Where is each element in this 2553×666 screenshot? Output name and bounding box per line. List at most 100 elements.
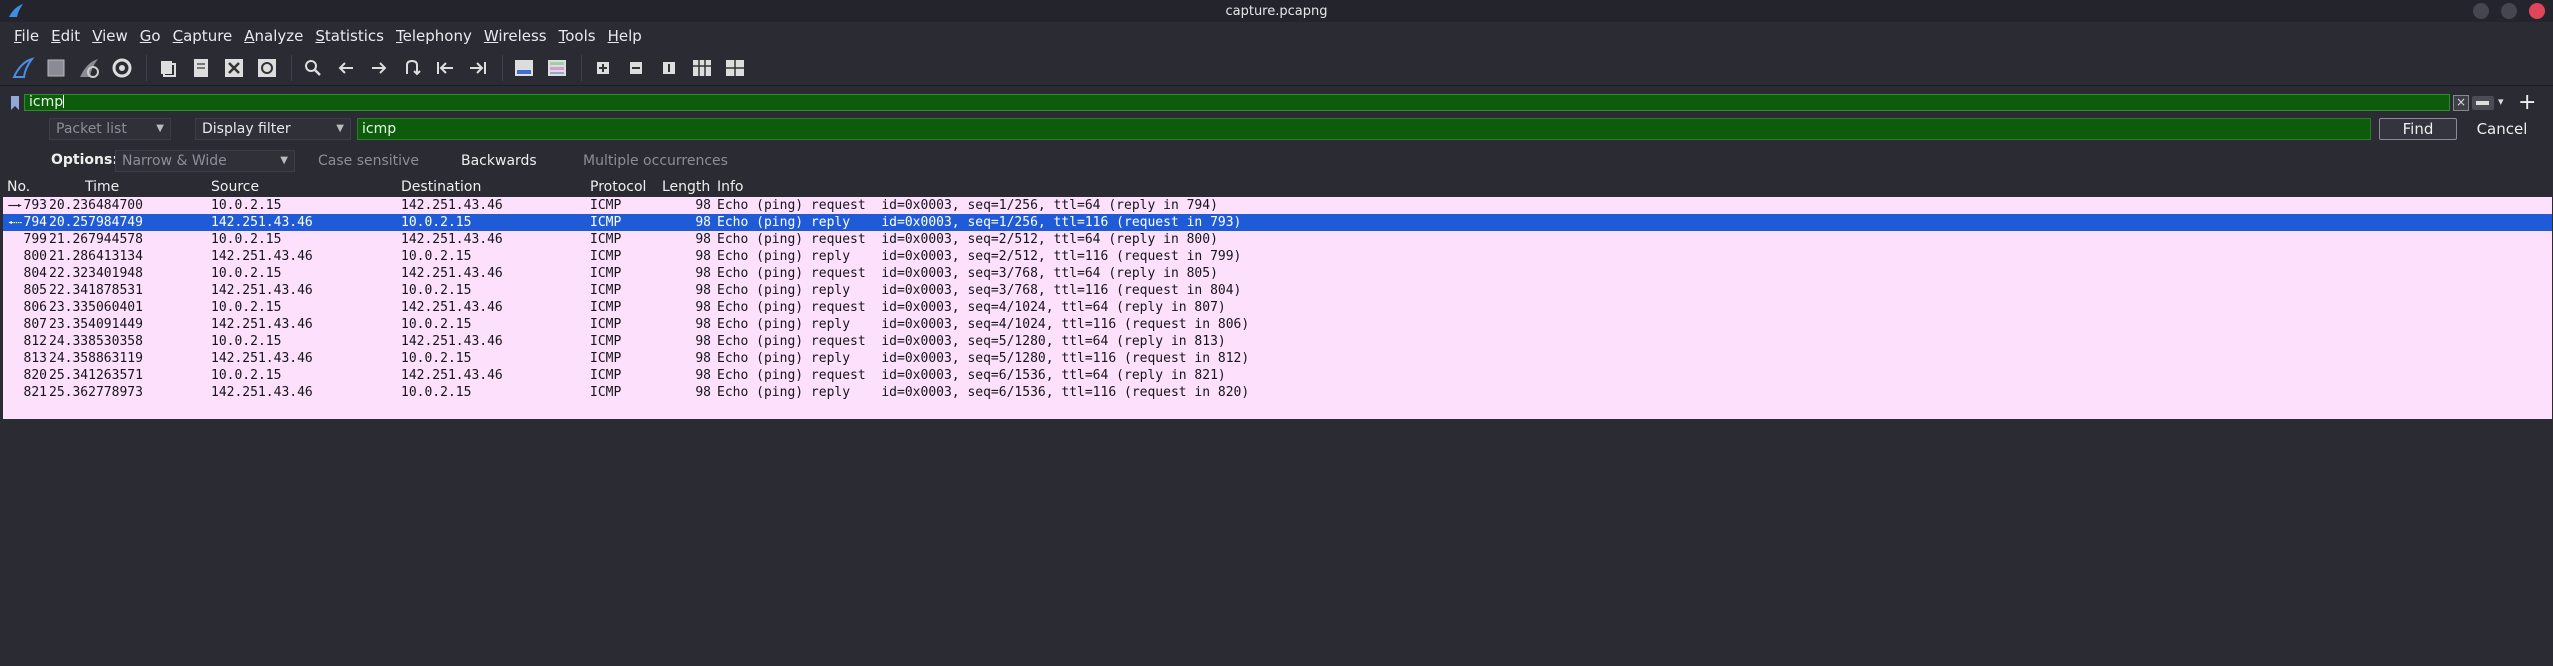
backwards-checkbox[interactable]: Backwards <box>461 153 537 169</box>
cell-destination: 10.0.2.15 <box>401 215 472 230</box>
display-filter-input[interactable]: icmp <box>24 94 2450 111</box>
menu-help[interactable]: Help <box>602 27 648 45</box>
menu-view[interactable]: View <box>86 27 134 45</box>
column-header-time[interactable]: Time <box>85 179 119 195</box>
cell-source: 10.0.2.15 <box>211 266 282 281</box>
minimize-button[interactable] <box>2473 3 2489 19</box>
search-in-value: Packet list <box>56 121 127 137</box>
cell-info: Echo (ping) request id=0x0003, seq=6/153… <box>717 368 1226 383</box>
packet-row[interactable]: 821 25.362778973 142.251.43.46 10.0.2.15 ICM… <box>3 384 2552 401</box>
cell-length: 98 <box>695 249 711 264</box>
toolbar-separator <box>291 54 292 81</box>
cell-protocol: ICMP <box>590 266 622 281</box>
last-packet-icon[interactable] <box>463 53 493 83</box>
column-header-destination[interactable]: Destination <box>401 179 481 195</box>
packet-row[interactable]: 806 23.335060401 10.0.2.15 142.251.43.46 ICM… <box>3 299 2552 316</box>
menu-tools[interactable]: Tools <box>553 27 602 45</box>
column-header-protocol[interactable]: Protocol <box>590 179 646 195</box>
go-forward-icon[interactable] <box>364 53 394 83</box>
auto-scroll-icon[interactable] <box>509 53 539 83</box>
colorize-icon[interactable] <box>542 53 572 83</box>
case-sensitive-checkbox[interactable]: Case sensitive <box>318 153 419 169</box>
search-input[interactable]: icmp <box>357 118 2371 140</box>
zoom-out-icon[interactable] <box>621 53 651 83</box>
cell-info: Echo (ping) request id=0x0003, seq=4/102… <box>717 300 1226 315</box>
cell-protocol: ICMP <box>590 198 622 213</box>
packet-row[interactable]: 805 22.341878531 142.251.43.46 10.0.2.15 ICM… <box>3 282 2552 299</box>
restart-capture-icon[interactable] <box>74 53 104 83</box>
cell-info: Echo (ping) reply id=0x0003, seq=2/512, … <box>717 249 1242 264</box>
find-options-row: Options: Narrow & Wide ▼ Case sensitive … <box>0 150 2553 172</box>
open-file-icon[interactable] <box>153 53 183 83</box>
cell-info: Echo (ping) reply id=0x0003, seq=5/1280,… <box>717 351 1250 366</box>
packet-row[interactable]: 793 20.236484700 10.0.2.15 142.251.43.46 ICM… <box>3 197 2552 214</box>
packet-row[interactable]: 813 24.358863119 142.251.43.46 10.0.2.15 ICM… <box>3 350 2552 367</box>
display-filter-value: icmp <box>29 94 64 110</box>
cell-no: 799 <box>23 232 47 247</box>
menu-analyze[interactable]: Analyze <box>238 27 309 45</box>
normal-size-icon[interactable] <box>654 53 684 83</box>
cell-info: Echo (ping) request id=0x0003, seq=2/512… <box>717 232 1218 247</box>
go-back-icon[interactable] <box>331 53 361 83</box>
cell-destination: 10.0.2.15 <box>401 249 472 264</box>
stop-capture-icon[interactable] <box>41 53 71 83</box>
zoom-in-icon[interactable] <box>588 53 618 83</box>
multiple-occurrences-checkbox[interactable]: Multiple occurrences <box>583 153 728 169</box>
start-capture-icon[interactable] <box>8 53 38 83</box>
search-type-value: Display filter <box>202 121 291 137</box>
close-window-button[interactable] <box>2529 3 2545 19</box>
cell-destination: 142.251.43.46 <box>401 334 503 349</box>
packet-row[interactable]: 812 24.338530358 10.0.2.15 142.251.43.46 ICM… <box>3 333 2552 350</box>
cell-destination: 10.0.2.15 <box>401 385 472 400</box>
add-filter-button-icon[interactable]: + <box>2518 90 2536 115</box>
apply-filter-icon[interactable] <box>2472 96 2494 110</box>
column-header-no[interactable]: No. <box>7 179 30 195</box>
reload-file-icon[interactable] <box>252 53 282 83</box>
menu-capture[interactable]: Capture <box>167 27 239 45</box>
packet-row[interactable]: 800 21.286413134 142.251.43.46 10.0.2.15 ICM… <box>3 248 2552 265</box>
window-title: capture.pcapng <box>1225 3 1328 19</box>
cell-no: 794 <box>23 215 47 230</box>
menu-telephony[interactable]: Telephony <box>390 27 478 45</box>
first-packet-icon[interactable] <box>430 53 460 83</box>
cancel-button[interactable]: Cancel <box>2462 118 2542 140</box>
menu-edit[interactable]: Edit <box>45 27 86 45</box>
cell-length: 98 <box>695 368 711 383</box>
menu-statistics[interactable]: Statistics <box>309 27 390 45</box>
resize-layout-icon[interactable] <box>720 53 750 83</box>
menu-bar: File Edit View Go Capture Analyze Statis… <box>0 22 2553 49</box>
search-type-select[interactable]: Display filter ▼ <box>195 118 351 140</box>
packet-row[interactable]: 807 23.354091449 142.251.43.46 10.0.2.15 ICM… <box>3 316 2552 333</box>
menu-go[interactable]: Go <box>134 27 167 45</box>
packet-row[interactable]: 804 22.323401948 10.0.2.15 142.251.43.46 ICM… <box>3 265 2552 282</box>
go-to-packet-icon[interactable] <box>397 53 427 83</box>
character-width-select[interactable]: Narrow & Wide ▼ <box>115 150 295 172</box>
cell-no: 807 <box>23 317 47 332</box>
cell-source: 10.0.2.15 <box>211 334 282 349</box>
packet-row[interactable]: 799 21.267944578 10.0.2.15 142.251.43.46 ICM… <box>3 231 2552 248</box>
clear-filter-icon[interactable]: × <box>2453 95 2469 111</box>
filter-history-dropdown-icon[interactable]: ▾ <box>2498 95 2504 108</box>
maximize-button[interactable] <box>2501 3 2517 19</box>
column-header-source[interactable]: Source <box>211 179 259 195</box>
packet-row[interactable]: 794 20.257984749 142.251.43.46 10.0.2.15 ICM… <box>3 214 2552 231</box>
save-file-icon[interactable] <box>186 53 216 83</box>
column-header-info[interactable]: Info <box>717 179 744 195</box>
bookmark-icon[interactable] <box>8 95 22 111</box>
cell-info: Echo (ping) request id=0x0003, seq=3/768… <box>717 266 1218 281</box>
wireshark-logo-icon <box>9 4 23 17</box>
menu-wireless[interactable]: Wireless <box>478 27 553 45</box>
cell-source: 10.0.2.15 <box>211 368 282 383</box>
cell-length: 98 <box>695 198 711 213</box>
menu-file[interactable]: File <box>8 27 45 45</box>
capture-options-icon[interactable] <box>107 53 137 83</box>
resize-columns-icon[interactable] <box>687 53 717 83</box>
column-header-length[interactable]: Length <box>662 179 710 195</box>
cell-protocol: ICMP <box>590 283 622 298</box>
search-in-select[interactable]: Packet list ▼ <box>49 118 171 140</box>
find-button[interactable]: Find <box>2379 118 2457 140</box>
find-packet-icon[interactable] <box>298 53 328 83</box>
packet-row[interactable]: 820 25.341263571 10.0.2.15 142.251.43.46 ICM… <box>3 367 2552 384</box>
close-file-icon[interactable] <box>219 53 249 83</box>
cell-source: 142.251.43.46 <box>211 385 313 400</box>
